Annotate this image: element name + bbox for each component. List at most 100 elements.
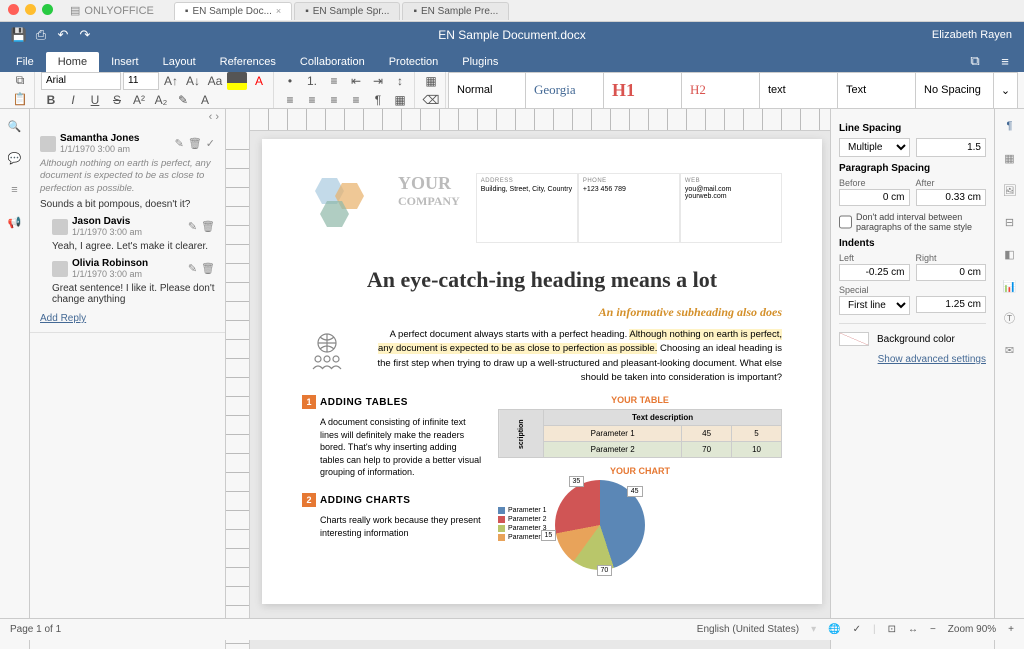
sample-table[interactable]: scriptionText description Parameter 1455… (498, 409, 782, 458)
language-selector[interactable]: English (United States) (697, 624, 799, 635)
line-spacing-mode[interactable]: Multiple (839, 138, 910, 157)
line-spacing-icon[interactable]: ↕ (390, 72, 410, 90)
underline-icon[interactable]: U (85, 91, 105, 109)
indent-left[interactable] (839, 264, 910, 281)
tab-close-icon[interactable]: × (276, 6, 281, 16)
strike-icon[interactable]: S (107, 91, 127, 109)
page-counter[interactable]: Page 1 of 1 (10, 624, 61, 635)
styles-more-icon[interactable]: ⌄ (994, 72, 1018, 109)
align-right-icon[interactable]: ≡ (324, 91, 344, 109)
next-comment-icon[interactable]: › (215, 111, 219, 123)
font-color-icon[interactable]: A (249, 72, 269, 90)
maximize-window-icon[interactable] (42, 4, 53, 15)
paragraph[interactable]: A perfect document always starts with a … (374, 328, 782, 385)
italic-icon[interactable]: I (63, 91, 83, 109)
line-spacing-value[interactable] (916, 138, 987, 157)
edit-reply-icon[interactable]: ✎ (188, 262, 197, 275)
add-reply-link[interactable]: Add Reply (40, 313, 86, 324)
table-settings-icon[interactable]: ▦ (1001, 149, 1019, 167)
font-select[interactable] (41, 72, 121, 90)
menu-insert[interactable]: Insert (99, 52, 151, 72)
menu-home[interactable]: Home (46, 52, 99, 72)
bold-icon[interactable]: B (41, 91, 61, 109)
menu-protection[interactable]: Protection (377, 52, 451, 72)
no-interval-checkbox[interactable] (839, 212, 852, 232)
style-h2[interactable]: H2 (682, 72, 760, 109)
fit-width-icon[interactable]: ↔ (908, 624, 918, 635)
shape-settings-icon[interactable]: ◧ (1001, 245, 1019, 263)
bullets-icon[interactable]: • (280, 72, 300, 90)
resolve-comment-icon[interactable]: ✓ (206, 137, 215, 150)
headings-icon[interactable]: ≡ (6, 181, 24, 199)
search-icon[interactable]: 🔍 (6, 117, 24, 135)
edit-reply-icon[interactable]: ✎ (188, 220, 197, 233)
spacing-after[interactable] (916, 189, 987, 206)
open-location-icon[interactable]: ⧉ (964, 50, 986, 72)
style-text-lc[interactable]: text (760, 72, 838, 109)
nonprinting-icon[interactable]: ¶ (368, 91, 388, 109)
menu-file[interactable]: File (4, 52, 46, 72)
mail-merge-icon[interactable]: ✉ (1001, 341, 1019, 359)
minimize-window-icon[interactable] (25, 4, 36, 15)
style-normal[interactable]: Normal (448, 72, 526, 109)
align-justify-icon[interactable]: ≡ (346, 91, 366, 109)
inc-font-icon[interactable]: A↑ (161, 72, 181, 90)
delete-reply-icon[interactable]: 🗑 (201, 220, 215, 233)
textart-settings-icon[interactable]: Ⓣ (1001, 309, 1019, 327)
view-settings-icon[interactable]: ≡ (994, 50, 1016, 72)
advanced-settings-link[interactable]: Show advanced settings (839, 354, 986, 365)
change-case-icon[interactable]: Aa (205, 72, 225, 90)
comments-icon[interactable]: 💬 (6, 149, 24, 167)
special-indent-mode[interactable]: First line (839, 296, 910, 315)
align-left-icon[interactable]: ≡ (280, 91, 300, 109)
print-icon[interactable]: ⎙ (30, 24, 52, 46)
horizontal-ruler[interactable] (250, 109, 830, 131)
clear-format-icon[interactable]: ⌫ (421, 91, 441, 109)
copy-icon[interactable]: ⧉ (10, 72, 30, 90)
subscript-icon[interactable]: A₂ (151, 91, 171, 109)
document-area[interactable]: YOURCOMPANY ADDRESSBuilding, Street, Cit… (226, 109, 830, 649)
paste-icon[interactable]: 📋 (10, 91, 30, 109)
style-h1[interactable]: H1 (604, 72, 682, 109)
indent-right[interactable] (916, 264, 987, 281)
edit-comment-icon[interactable]: ✎ (175, 137, 184, 150)
menu-plugins[interactable]: Plugins (450, 52, 510, 72)
chart-settings-icon[interactable]: 📊 (1001, 277, 1019, 295)
comment-thread[interactable]: Samantha Jones 1/1/1970 3:00 am ✎ 🗑 ✓ Al… (30, 125, 225, 333)
insert-table-icon[interactable]: ▦ (421, 72, 441, 90)
numbering-icon[interactable]: 1. (302, 72, 322, 90)
shading-icon[interactable]: ▦ (390, 91, 410, 109)
multilevel-icon[interactable]: ≡ (324, 72, 344, 90)
delete-reply-icon[interactable]: 🗑 (201, 262, 215, 275)
special-indent-value[interactable] (916, 296, 987, 313)
header-settings-icon[interactable]: ⊟ (1001, 213, 1019, 231)
page[interactable]: YOURCOMPANY ADDRESSBuilding, Street, Cit… (262, 139, 822, 604)
dec-font-icon[interactable]: A↓ (183, 72, 203, 90)
track-changes-icon[interactable]: ✓ (853, 624, 861, 635)
subheading[interactable]: An informative subheading also does (302, 305, 782, 320)
align-center-icon[interactable]: ≡ (302, 91, 322, 109)
fit-page-icon[interactable]: ⊡ (888, 624, 896, 635)
inc-indent-icon[interactable]: ⇥ (368, 72, 388, 90)
image-settings-icon[interactable]: 🖼 (1001, 181, 1019, 199)
close-window-icon[interactable] (8, 4, 19, 15)
tab-spreadsheet[interactable]: ▪EN Sample Spr... (294, 2, 400, 20)
tab-presentation[interactable]: ▪EN Sample Pre... (402, 2, 509, 20)
tab-document[interactable]: ▪EN Sample Doc...× (174, 2, 292, 20)
user-name[interactable]: Elizabeth Rayen (932, 29, 1012, 41)
redo-icon[interactable]: ↷ (74, 24, 96, 46)
highlight-icon[interactable] (227, 72, 247, 90)
menu-references[interactable]: References (208, 52, 288, 72)
prev-comment-icon[interactable]: ‹ (209, 111, 213, 123)
zoom-level[interactable]: Zoom 90% (948, 624, 996, 635)
zoom-in-icon[interactable]: + (1008, 624, 1014, 635)
highlight2-icon[interactable]: ✎ (173, 91, 193, 109)
spacing-before[interactable] (839, 189, 910, 206)
vertical-ruler[interactable] (226, 109, 250, 649)
feedback-icon[interactable]: 📢 (6, 213, 24, 231)
style-text[interactable]: Text (838, 72, 916, 109)
paragraph-settings-icon[interactable]: ¶ (1001, 117, 1019, 135)
menu-layout[interactable]: Layout (151, 52, 208, 72)
dec-indent-icon[interactable]: ⇤ (346, 72, 366, 90)
delete-comment-icon[interactable]: 🗑 (188, 137, 202, 150)
